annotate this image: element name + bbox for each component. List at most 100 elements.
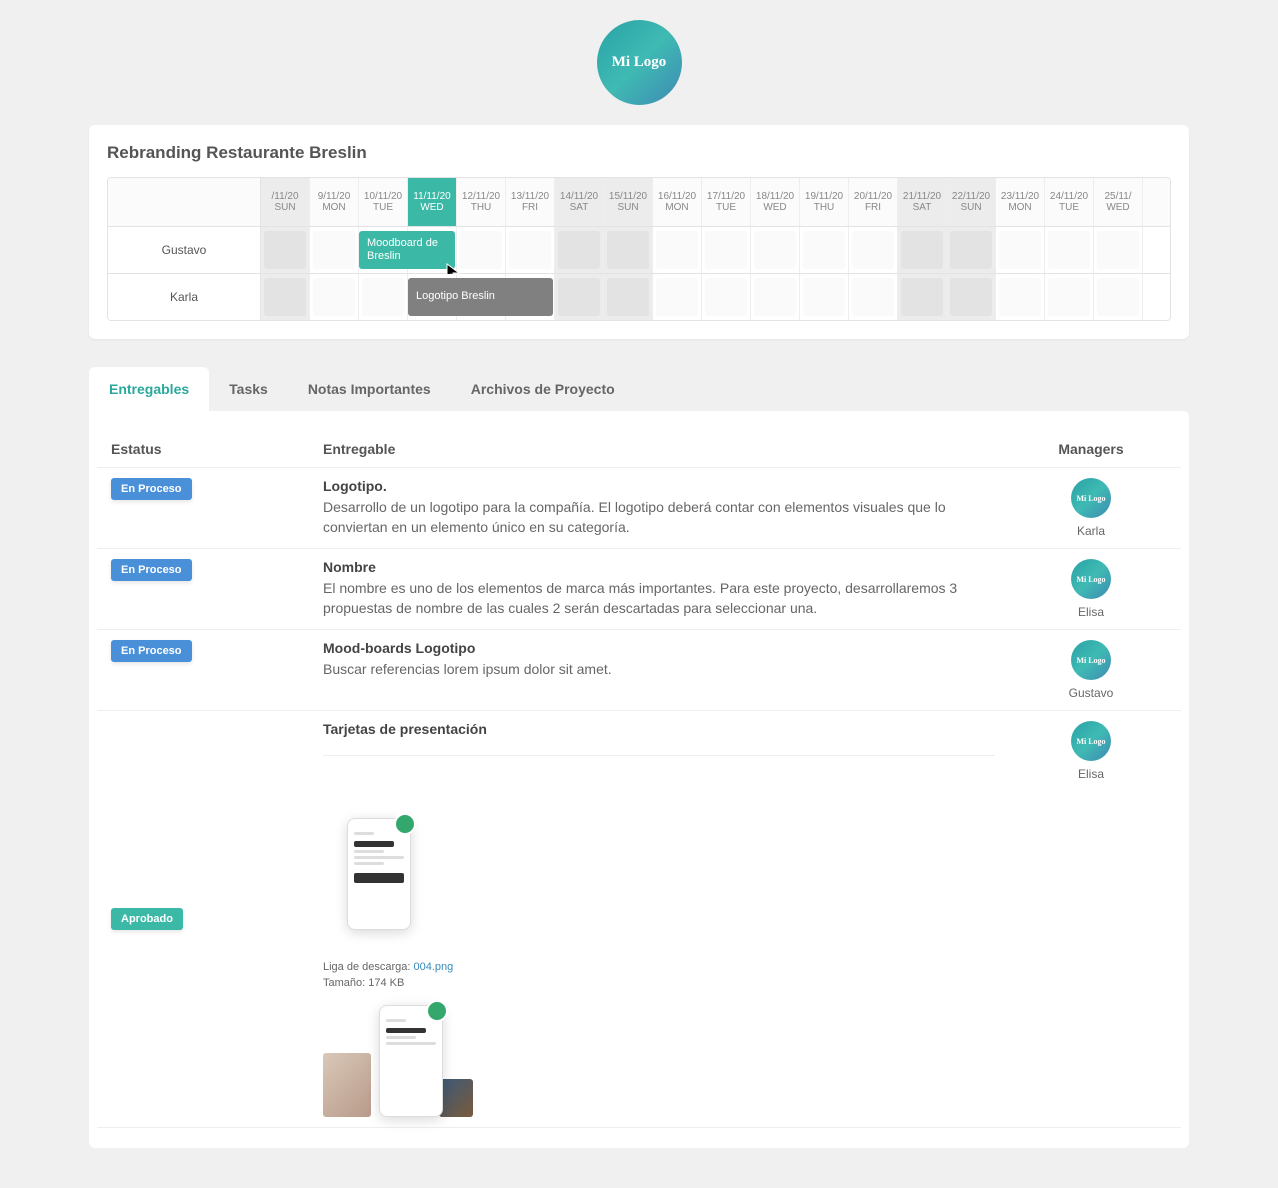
gantt-cell[interactable] <box>555 227 604 273</box>
gantt-day-header: 9/11/20MON <box>310 178 359 226</box>
gantt-day-header: 24/11/20TUE <box>1045 178 1094 226</box>
gantt-row-name: Gustavo <box>108 227 261 273</box>
table-header-row: Estatus Entregable Managers <box>97 431 1181 468</box>
tab-tasks[interactable]: Tasks <box>209 367 288 411</box>
avatar: Mi Logo <box>1071 721 1111 761</box>
avatar: Mi Logo <box>1071 478 1111 518</box>
gantt-cell[interactable] <box>1045 227 1094 273</box>
image-thumb-icon <box>323 1053 371 1117</box>
gantt-cell[interactable] <box>996 227 1045 273</box>
gantt-chart[interactable]: /11/20SUN9/11/20MON10/11/20TUE11/11/20WE… <box>107 177 1171 321</box>
tab-notas-importantes[interactable]: Notas Importantes <box>288 367 451 411</box>
deliverable-title[interactable]: Mood-boards Logotipo <box>323 640 995 656</box>
gantt-cell[interactable] <box>800 274 849 320</box>
gantt-day-header: 18/11/20WED <box>751 178 800 226</box>
gantt-task-bar[interactable]: Moodboard de Breslin <box>359 231 455 269</box>
gantt-cell[interactable] <box>506 227 555 273</box>
manager[interactable]: Mi Logo Gustavo <box>1001 640 1181 700</box>
gantt-cell[interactable] <box>653 227 702 273</box>
phone-mockup-icon <box>347 818 411 930</box>
gantt-day-header: 23/11/20MON <box>996 178 1045 226</box>
gantt-day-header: 10/11/20TUE <box>359 178 408 226</box>
manager[interactable]: Mi Logo Elisa <box>1001 559 1181 619</box>
image-thumb-icon <box>439 1079 473 1117</box>
gantt-day-header: /11/20SUN <box>261 178 310 226</box>
gantt-cell[interactable] <box>702 274 751 320</box>
tab-archivos-de-proyecto[interactable]: Archivos de Proyecto <box>451 367 635 411</box>
gantt-cell[interactable] <box>996 274 1045 320</box>
file-link: Liga de descarga: 004.png <box>323 961 995 973</box>
gantt-cell[interactable] <box>310 274 359 320</box>
status-badge[interactable]: En Proceso <box>111 478 192 500</box>
manager[interactable]: Mi Logo Karla <box>1001 478 1181 538</box>
gantt-cell[interactable] <box>359 274 408 320</box>
deliverable-title[interactable]: Nombre <box>323 559 995 575</box>
deliverable-row: Aprobado Tarjetas de presentación Liga de… <box>97 711 1181 1128</box>
gantt-cell[interactable] <box>604 227 653 273</box>
gantt-day-header: 20/11/20FRI <box>849 178 898 226</box>
gantt-header: /11/20SUN9/11/20MON10/11/20TUE11/11/20WE… <box>108 178 1170 227</box>
status-dot-icon <box>394 813 416 835</box>
gantt-day-header: 15/11/20SUN <box>604 178 653 226</box>
project-title: Rebranding Restaurante Breslin <box>107 143 1171 163</box>
gantt-day-header: 25/11/WED <box>1094 178 1143 226</box>
gantt-cell[interactable] <box>751 274 800 320</box>
gantt-cell[interactable] <box>947 274 996 320</box>
deliverable-title[interactable]: Logotipo. <box>323 478 995 494</box>
gantt-cell[interactable] <box>1094 227 1143 273</box>
gantt-day-header: 16/11/20MON <box>653 178 702 226</box>
avatar: Mi Logo <box>1071 640 1111 680</box>
deliverable-row: En Proceso Mood-boards Logotipo Buscar ref… <box>97 630 1181 711</box>
logo-circle: Mi Logo <box>597 20 682 105</box>
status-badge[interactable]: En Proceso <box>111 640 192 662</box>
gantt-day-header: 21/11/20SAT <box>898 178 947 226</box>
logo[interactable]: Mi Logo <box>89 20 1189 105</box>
attachment-thumbnail[interactable] <box>323 1005 473 1117</box>
gantt-day-header: 17/11/20TUE <box>702 178 751 226</box>
gantt-cell[interactable] <box>261 227 310 273</box>
gantt-day-header: 11/11/20WED <box>408 178 457 226</box>
manager-name: Gustavo <box>1069 686 1114 700</box>
gantt-cell[interactable] <box>947 227 996 273</box>
deliverable-description: El nombre es uno de los elementos de mar… <box>323 579 995 618</box>
attachment-thumbnail[interactable] <box>323 794 435 954</box>
col-header-deliverable: Entregable <box>317 441 1001 457</box>
gantt-cell[interactable] <box>898 227 947 273</box>
gantt-cell[interactable] <box>849 274 898 320</box>
manager-name: Elisa <box>1078 767 1104 781</box>
gantt-cell[interactable] <box>653 274 702 320</box>
tabs: EntregablesTasksNotas ImportantesArchivo… <box>89 367 1189 411</box>
deliverable-description: Buscar referencias lorem ipsum dolor sit… <box>323 660 995 680</box>
deliverable-description: Desarrollo de un logotipo para la compañ… <box>323 498 995 537</box>
avatar: Mi Logo <box>1071 559 1111 599</box>
gantt-cell[interactable] <box>702 227 751 273</box>
gantt-row: KarlaLogotipo Breslin <box>108 274 1170 320</box>
gantt-cell[interactable] <box>800 227 849 273</box>
col-header-status: Estatus <box>97 441 317 457</box>
file-size: Tamaño: 174 KB <box>323 977 995 989</box>
gantt-cell[interactable] <box>310 227 359 273</box>
tab-entregables[interactable]: Entregables <box>89 367 209 411</box>
gantt-cell[interactable] <box>457 227 506 273</box>
logo-text: Mi Logo <box>612 54 667 71</box>
gantt-cell[interactable] <box>261 274 310 320</box>
manager-name: Karla <box>1077 524 1105 538</box>
gantt-day-header: 14/11/20SAT <box>555 178 604 226</box>
gantt-cell[interactable] <box>1094 274 1143 320</box>
manager[interactable]: Mi Logo Elisa <box>1001 721 1181 781</box>
manager-name: Elisa <box>1078 605 1104 619</box>
status-dot-icon <box>426 1000 448 1022</box>
download-link[interactable]: 004.png <box>414 961 454 973</box>
gantt-cell[interactable] <box>849 227 898 273</box>
status-badge[interactable]: Aprobado <box>111 908 183 930</box>
gantt-cell[interactable] <box>555 274 604 320</box>
gantt-cell[interactable] <box>1045 274 1094 320</box>
gantt-cell[interactable] <box>751 227 800 273</box>
gantt-cell[interactable] <box>898 274 947 320</box>
gantt-task-bar[interactable]: Logotipo Breslin <box>408 278 553 316</box>
deliverable-row: En Proceso Logotipo. Desarrollo de un logo… <box>97 468 1181 549</box>
deliverable-title[interactable]: Tarjetas de presentación <box>323 721 995 737</box>
gantt-day-header: 19/11/20THU <box>800 178 849 226</box>
status-badge[interactable]: En Proceso <box>111 559 192 581</box>
gantt-cell[interactable] <box>604 274 653 320</box>
